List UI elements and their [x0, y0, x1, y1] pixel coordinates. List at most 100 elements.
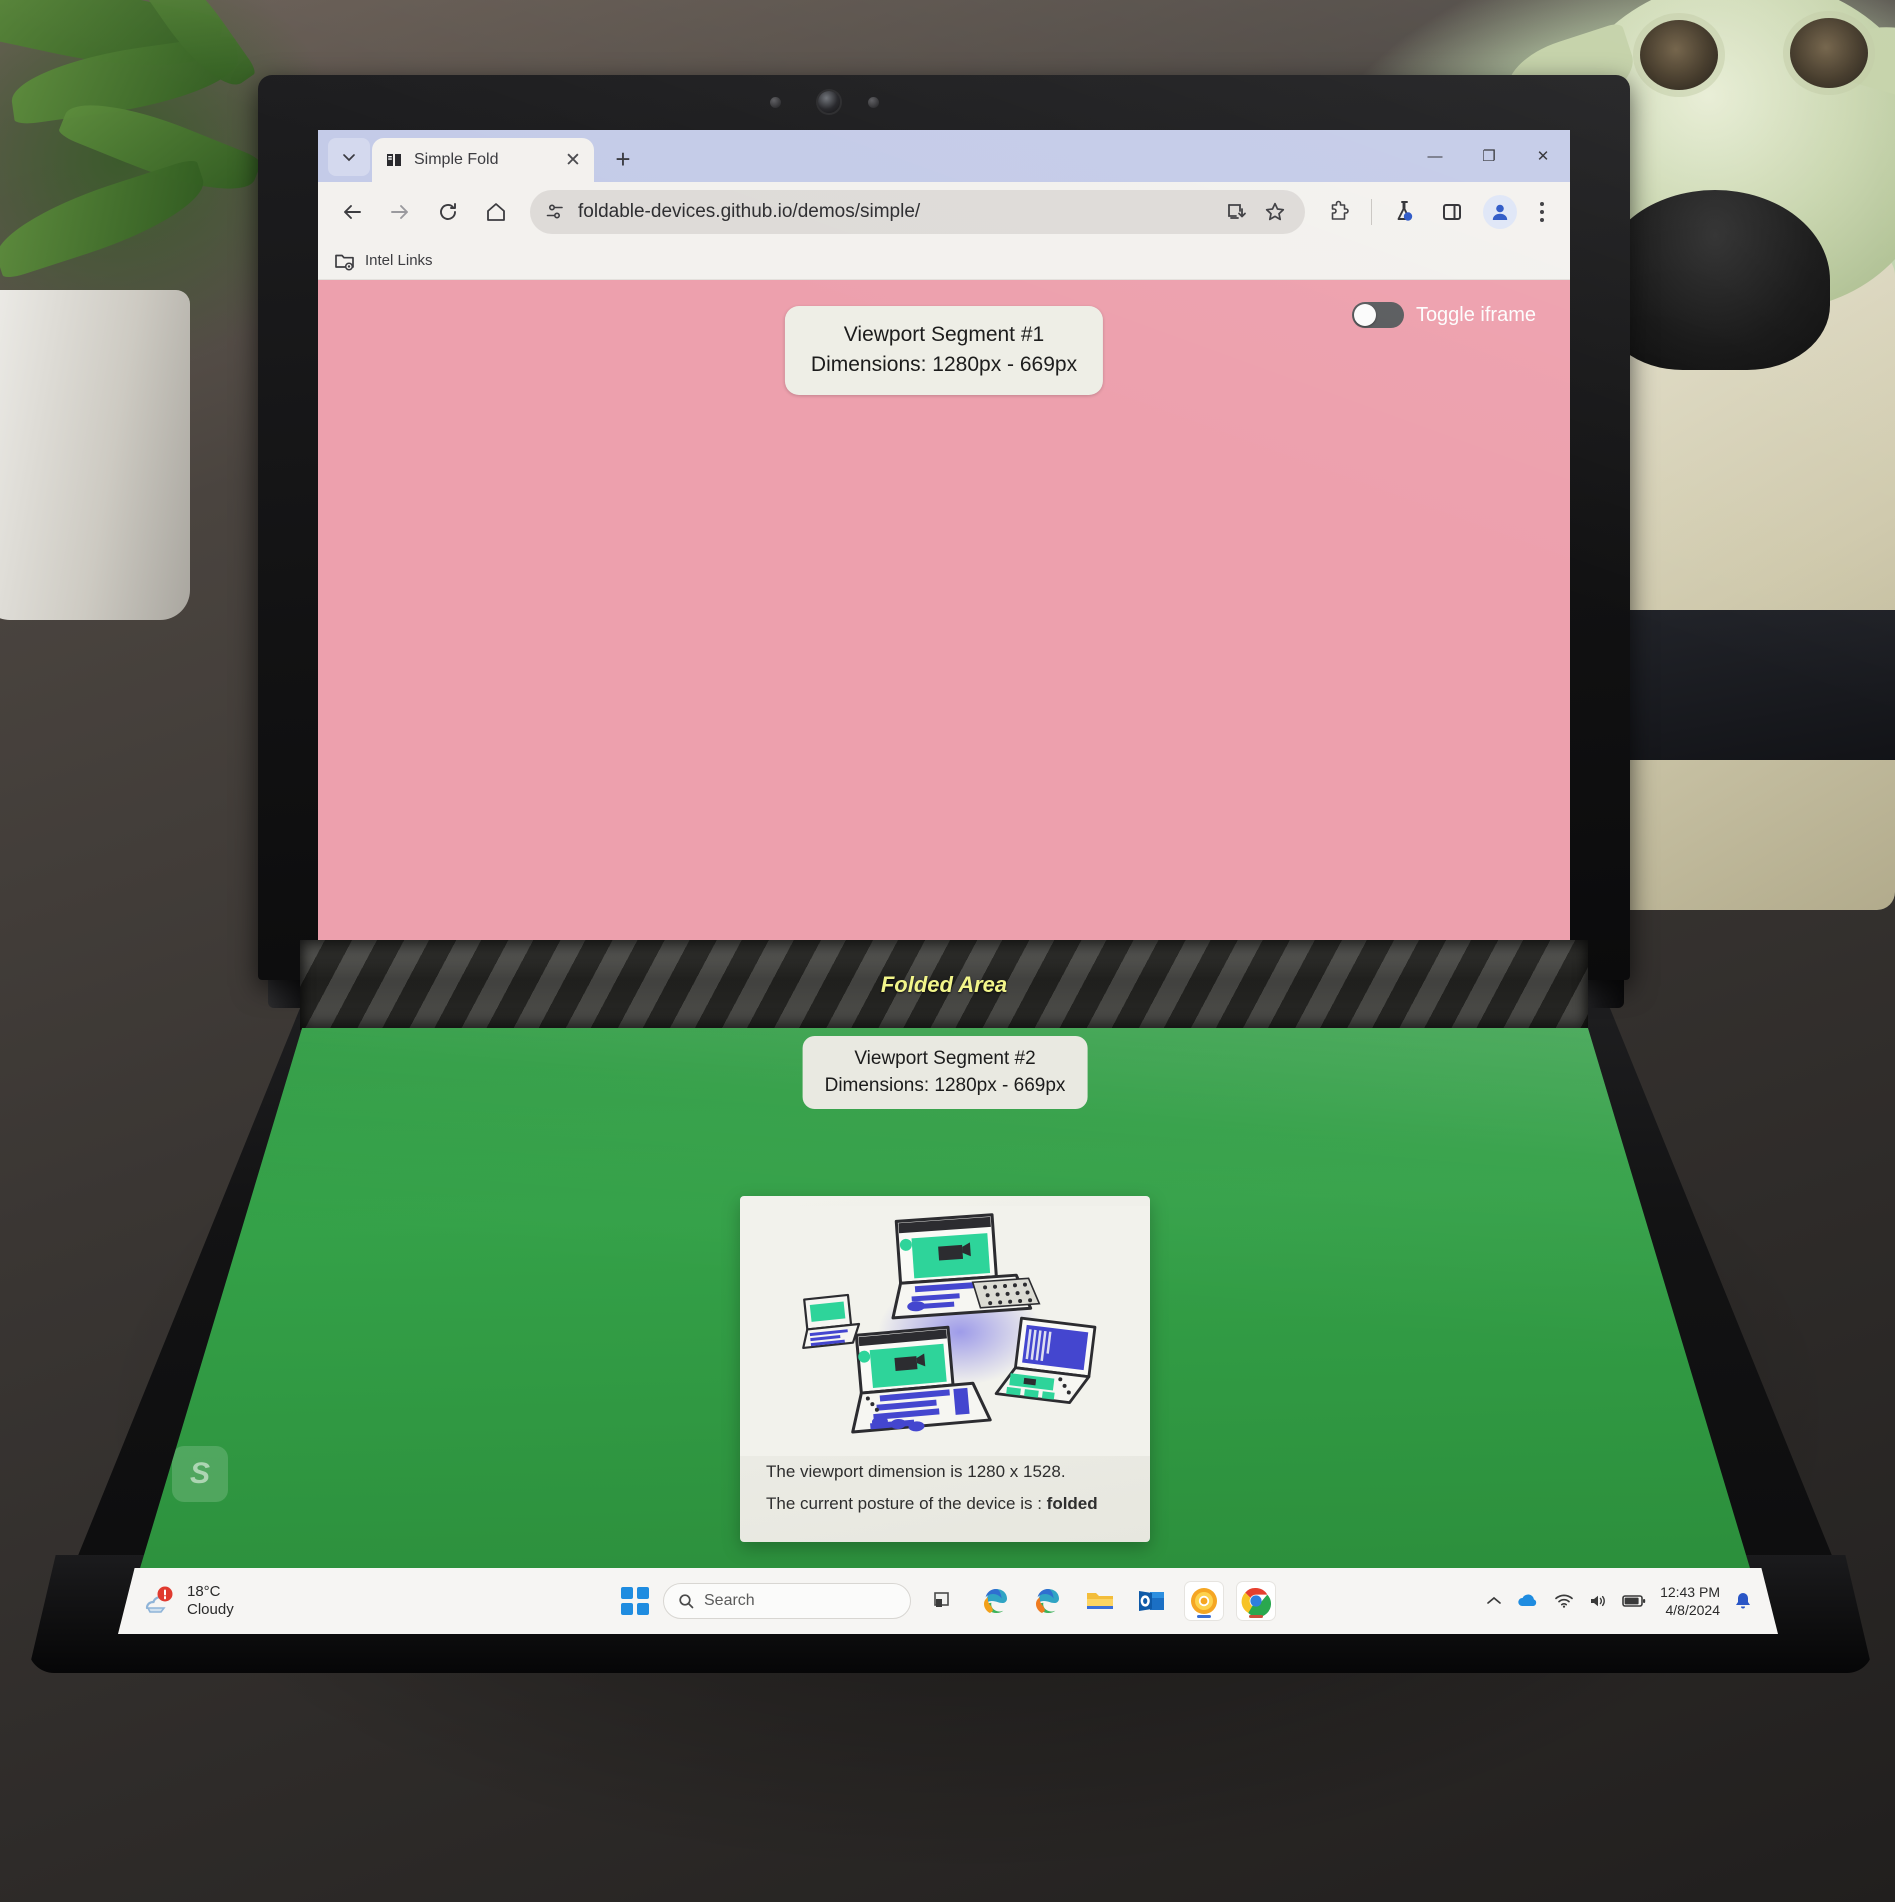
tune-icon[interactable] — [544, 201, 566, 223]
search-icon — [679, 1594, 694, 1609]
chrome-labs-button[interactable] — [1382, 190, 1426, 234]
taskbar-file-explorer-button[interactable] — [1081, 1582, 1119, 1620]
taskbar-chrome-button[interactable] — [1237, 1582, 1275, 1620]
forward-arrow-icon — [391, 205, 408, 219]
taskbar-task-view-button[interactable] — [925, 1582, 963, 1620]
segment-1-title: Viewport Segment #1 — [843, 323, 1045, 346]
toggle-iframe-label: Toggle iframe — [1415, 303, 1536, 326]
browser-tab[interactable]: Simple Fold ✕ — [372, 138, 594, 182]
upper-display: Simple Fold ✕ + — ❐ ✕ foldable-devices.g… — [318, 130, 1570, 940]
edge-dev-icon — [1036, 1589, 1059, 1613]
back-arrow-icon — [344, 205, 361, 219]
viewport-dimension-text: The viewport dimension is 1280 x 1528. — [766, 1462, 1066, 1481]
speaker-icon[interactable] — [1588, 1593, 1608, 1609]
chrome-icon — [1241, 1587, 1271, 1616]
tab-close-button[interactable]: ✕ — [562, 149, 584, 171]
maximize-button[interactable]: ❐ — [1462, 138, 1516, 174]
address-bar[interactable]: foldable-devices.github.io/demos/simple/ — [530, 190, 1305, 234]
profile-button[interactable] — [1478, 190, 1522, 234]
battery-icon[interactable] — [1622, 1594, 1646, 1608]
system-tray: 12:43 PM 4/8/2024 — [1486, 1583, 1752, 1619]
taskbar-chrome-canary-button[interactable] — [1185, 1582, 1223, 1620]
taskbar-search-input[interactable]: Search — [663, 1583, 911, 1619]
reload-icon — [440, 203, 456, 220]
reload-button[interactable] — [426, 190, 470, 234]
browser-tab-strip: Simple Fold ✕ + — ❐ ✕ — [318, 130, 1570, 182]
forward-button[interactable] — [378, 190, 422, 234]
desk-photo-scene: Simple Fold ✕ + — ❐ ✕ foldable-devices.g… — [0, 0, 1895, 1902]
edge-icon — [984, 1589, 1007, 1613]
side-panel-button[interactable] — [1430, 190, 1474, 234]
device-info-card: The viewport dimension is 1280 x 1528. T… — [740, 1196, 1150, 1542]
weather-condition: Cloudy — [187, 1601, 234, 1618]
chevron-down-icon — [343, 154, 355, 162]
weather-text: 18°C Cloudy — [187, 1583, 234, 1619]
outlook-icon — [1139, 1591, 1164, 1611]
toggle-iframe-switch[interactable] — [1351, 302, 1404, 328]
extensions-button[interactable] — [1317, 190, 1361, 234]
posture-prefix: The current posture of the device is : — [766, 1494, 1047, 1513]
omnibox-actions — [1225, 200, 1293, 224]
viewport-segment-1: Viewport Segment #1 Dimensions: 1280px -… — [318, 280, 1570, 940]
new-tab-button[interactable]: + — [602, 140, 644, 178]
segment-1-badge: Viewport Segment #1 Dimensions: 1280px -… — [784, 306, 1104, 395]
clock-time: 12:43 PM — [1660, 1583, 1720, 1600]
taskbar-edge-dev-button[interactable] — [1029, 1582, 1067, 1620]
book-open-icon — [387, 154, 401, 166]
profile-avatar-icon — [1483, 195, 1517, 229]
tab-title: Simple Fold — [414, 151, 499, 168]
weather-temperature: 18°C — [187, 1583, 221, 1600]
folded-area-band: Folded Area — [300, 940, 1588, 1030]
window-controls: — ❐ ✕ — [1408, 130, 1570, 182]
taskbar-center-group: Search — [621, 1582, 1275, 1620]
home-icon — [487, 203, 505, 221]
watermark-logo: S — [172, 1446, 228, 1502]
tab-search-button[interactable] — [328, 138, 370, 176]
task-view-icon — [934, 1592, 949, 1607]
foldable-laptop: Simple Fold ✕ + — ❐ ✕ foldable-devices.g… — [0, 0, 1895, 1902]
toggle-knob — [1353, 304, 1376, 326]
cloud-sun-icon — [145, 1586, 173, 1613]
close-window-button[interactable]: ✕ — [1516, 138, 1570, 174]
wifi-icon[interactable] — [1554, 1593, 1574, 1609]
posture-value: folded — [1046, 1494, 1098, 1513]
home-button[interactable] — [474, 190, 518, 234]
side-panel-icon — [1443, 204, 1461, 220]
onedrive-cloud-icon[interactable] — [1516, 1593, 1540, 1609]
clock-date: 4/8/2024 — [1665, 1602, 1721, 1618]
three-dot-menu-icon[interactable] — [1526, 190, 1558, 234]
bookmarks-bar: Intel Links — [318, 242, 1570, 280]
url-text: foldable-devices.github.io/demos/simple/ — [578, 201, 921, 222]
segment-2-title: Viewport Segment #2 — [854, 1048, 1036, 1069]
folded-area-label: Folded Area — [880, 972, 1008, 997]
windows-start-icon[interactable] — [621, 1587, 649, 1615]
folder-icon — [1087, 1593, 1113, 1609]
foldable-devices-illustration — [740, 1206, 1150, 1456]
taskbar-outlook-button[interactable] — [1133, 1582, 1171, 1620]
lower-display: Viewport Segment #2 Dimensions: 1280px -… — [140, 1028, 1750, 1568]
windows-taskbar: 18°C Cloudy Search 12:43 PM 4/8/2024 — [118, 1568, 1778, 1634]
chrome-canary-icon — [1191, 1588, 1217, 1614]
weather-widget[interactable]: 18°C Cloudy — [144, 1583, 234, 1619]
back-button[interactable] — [330, 190, 374, 234]
taskbar-clock[interactable]: 12:43 PM 4/8/2024 — [1660, 1583, 1720, 1619]
install-app-icon[interactable] — [1225, 200, 1249, 224]
puzzle-piece-icon — [1331, 200, 1349, 220]
bookmark-item-intel-links[interactable]: Intel Links — [365, 252, 433, 269]
star-icon[interactable] — [1263, 200, 1287, 224]
posture-text: The current posture of the device is : f… — [740, 1488, 1150, 1520]
toolbar-divider — [1371, 199, 1372, 225]
webcam-icon — [818, 91, 840, 113]
flask-icon — [1397, 201, 1413, 221]
segment-1-dimensions: Dimensions: 1280px - 669px — [810, 353, 1078, 377]
toggle-iframe-control[interactable]: Toggle iframe — [1351, 302, 1536, 328]
browser-toolbar: foldable-devices.github.io/demos/simple/ — [318, 182, 1570, 242]
bell-icon[interactable] — [1734, 1591, 1752, 1611]
chevron-up-icon[interactable] — [1486, 1595, 1502, 1607]
segment-2-badge: Viewport Segment #2 Dimensions: 1280px -… — [802, 1036, 1088, 1110]
managed-folder-icon — [335, 254, 354, 271]
sensor-dot — [770, 97, 781, 108]
search-placeholder: Search — [704, 1592, 755, 1609]
minimize-button[interactable]: — — [1408, 138, 1462, 174]
taskbar-edge-button[interactable] — [977, 1582, 1015, 1620]
